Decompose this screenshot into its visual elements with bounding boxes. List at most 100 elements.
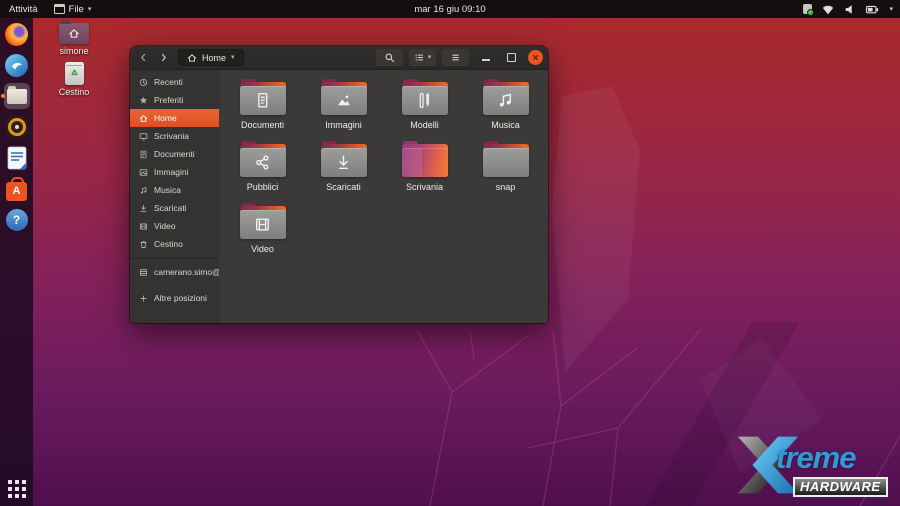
sidebar-item-home[interactable]: Home [130, 109, 219, 127]
sidebar-item-preferiti[interactable]: Preferiti [130, 91, 219, 109]
clock[interactable]: mar 16 giu 09:10 [414, 4, 485, 15]
sidebar-item-altre-posizioni[interactable]: Altre posizioni [130, 289, 219, 307]
image-icon [139, 168, 148, 177]
app-menu-label: File [69, 4, 84, 15]
maximize-button[interactable] [503, 50, 519, 66]
search-button[interactable] [376, 49, 403, 66]
desktop-icon-home-folder[interactable]: simone [46, 20, 102, 56]
window-icon [54, 4, 65, 14]
folder-snap[interactable]: snap [465, 140, 546, 202]
firefox-icon [5, 23, 28, 46]
chevron-down-icon: ▾ [88, 6, 92, 13]
dock-item-files[interactable] [4, 83, 30, 109]
files-icon [7, 89, 27, 104]
download-icon [139, 204, 148, 213]
files-window: Home ▾ ▾ Recenti Preferiti [130, 46, 548, 323]
indicator-icon[interactable] [803, 4, 812, 14]
folder-icon [240, 82, 286, 115]
sidebar-item-video[interactable]: Video [130, 217, 219, 235]
sidebar-separator [130, 258, 219, 259]
wifi-icon[interactable] [821, 3, 835, 16]
menu-button[interactable] [442, 49, 469, 66]
document-icon [139, 150, 148, 159]
running-indicator-dot [1, 94, 5, 98]
xtremehardware-watermark: treme HARDWARE [736, 432, 896, 500]
folder-scrivania[interactable]: Scrivania [384, 140, 465, 202]
desktop-icon-label: Cestino [46, 87, 102, 97]
folder-documenti[interactable]: Documenti [222, 78, 303, 140]
show-applications-button[interactable] [8, 480, 26, 498]
volume-icon[interactable] [844, 3, 856, 15]
path-bar[interactable]: Home ▾ [178, 49, 244, 66]
home-icon [139, 114, 148, 123]
sidebar-item-immagini[interactable]: Immagini [130, 163, 219, 181]
home-folder-icon [59, 23, 89, 44]
dock-item-help[interactable]: ? [4, 207, 30, 233]
drive-icon [139, 268, 148, 277]
system-tray[interactable]: ▾ [803, 3, 900, 16]
folder-icon [321, 82, 367, 115]
folder-modelli[interactable]: Modelli [384, 78, 465, 140]
close-icon [531, 53, 540, 62]
chevron-down-icon[interactable]: ▾ [889, 6, 893, 13]
sidebar-item-scaricati[interactable]: Scaricati [130, 199, 219, 217]
folder-icon [240, 144, 286, 177]
music-icon [139, 186, 148, 195]
battery-icon[interactable] [865, 3, 880, 15]
chevron-down-icon: ▾ [428, 54, 432, 61]
share-glyph-icon [253, 153, 272, 172]
plus-icon [139, 294, 148, 303]
logo-hardware-text: HARDWARE [793, 477, 888, 497]
folder-icon [402, 82, 448, 115]
film-icon [139, 222, 148, 231]
libreoffice-writer-icon [7, 146, 27, 170]
back-button[interactable] [135, 49, 152, 66]
music-glyph-icon [496, 91, 515, 110]
view-toggle-button[interactable]: ▾ [409, 49, 436, 66]
forward-button[interactable] [155, 49, 172, 66]
activities-button[interactable]: Attività [9, 4, 38, 15]
folder-icon [321, 144, 367, 177]
chevron-down-icon: ▾ [231, 54, 235, 61]
image-glyph-icon [334, 91, 353, 110]
list-view-icon [414, 52, 425, 63]
folder-video[interactable]: Video [222, 202, 303, 264]
titlebar[interactable]: Home ▾ ▾ [130, 46, 548, 70]
download-glyph-icon [334, 153, 353, 172]
film-glyph-icon [253, 215, 272, 234]
folder-pubblici[interactable]: Pubblici [222, 140, 303, 202]
top-bar: Attività File ▾ mar 16 giu 09:10 ▾ [0, 0, 900, 18]
folder-musica[interactable]: Musica [465, 78, 546, 140]
folder-scaricati[interactable]: Scaricati [303, 140, 384, 202]
dock-item-ubuntu-software[interactable]: A [4, 176, 30, 202]
desktop-icon-trash[interactable]: Cestino [46, 62, 102, 97]
sidebar-item-cestino[interactable]: Cestino [130, 235, 219, 253]
dock-item-firefox[interactable] [4, 21, 30, 47]
dock: A ? [0, 18, 33, 506]
sidebar-item-scrivania[interactable]: Scrivania [130, 127, 219, 145]
dock-item-rhythmbox[interactable] [4, 114, 30, 140]
trash-icon [65, 62, 84, 85]
sidebar-item-account-drive[interactable]: camerano.simo@… [130, 263, 219, 281]
dock-item-libreoffice-writer[interactable] [4, 145, 30, 171]
sidebar-item-recenti[interactable]: Recenti [130, 73, 219, 91]
rhythmbox-icon [6, 116, 28, 138]
close-button[interactable] [528, 50, 543, 65]
home-icon [187, 53, 197, 63]
hamburger-icon [450, 52, 461, 63]
minimize-button[interactable] [478, 50, 494, 66]
file-view[interactable]: Documenti Immagini Modelli [219, 70, 548, 323]
dock-item-thunderbird[interactable] [4, 52, 30, 78]
logo-treme-text: treme [776, 440, 855, 476]
app-menu[interactable]: File ▾ [54, 4, 92, 15]
folder-icon [240, 206, 286, 239]
desktop-folder-icon [402, 144, 448, 177]
sidebar: Recenti Preferiti Home Scrivania Documen… [130, 70, 219, 323]
search-icon [384, 52, 395, 63]
sidebar-item-musica[interactable]: Musica [130, 181, 219, 199]
folder-icon [483, 82, 529, 115]
location-label: Home [202, 53, 226, 63]
folder-immagini[interactable]: Immagini [303, 78, 384, 140]
sidebar-item-documenti[interactable]: Documenti [130, 145, 219, 163]
desktop-icon-label: simone [46, 46, 102, 56]
